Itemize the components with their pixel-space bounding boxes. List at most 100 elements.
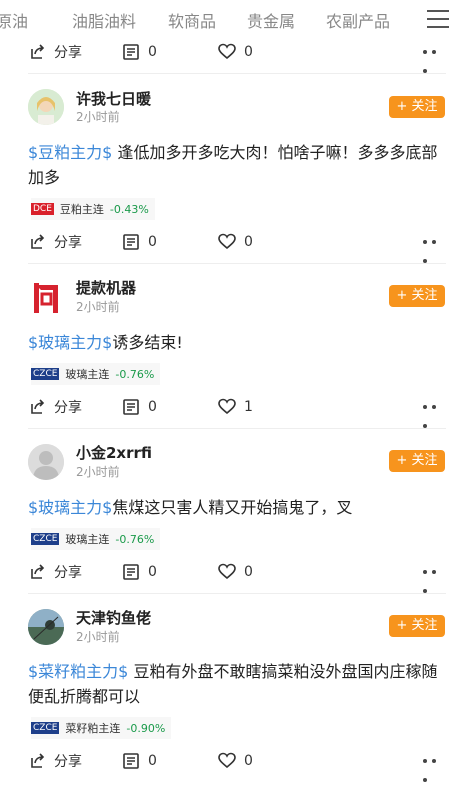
- post-text: 焦煤这只害人精又开始搞鬼了，叉: [112, 498, 353, 517]
- avatar-image: [28, 89, 64, 125]
- exchange-badge: DCE: [31, 203, 54, 215]
- share-button[interactable]: 分享: [28, 749, 82, 773]
- post-action-bar: 分享 0 0: [0, 230, 463, 263]
- comment-button[interactable]: 0: [122, 560, 157, 584]
- tab-crude-oil[interactable]: 原油: [0, 8, 28, 32]
- instrument-chip[interactable]: CZCE 玻璃主连 -0.76%: [31, 363, 161, 385]
- instrument-tag[interactable]: $菜籽粕主力$: [28, 662, 128, 681]
- post-action-bar: 分享 0 1: [0, 395, 463, 428]
- share-button[interactable]: 分享: [28, 230, 82, 254]
- more-options-icon[interactable]: [423, 405, 449, 428]
- avatar[interactable]: [28, 279, 64, 315]
- heart-icon: [218, 398, 236, 415]
- like-count: 0: [244, 44, 253, 60]
- instrument-chip[interactable]: DCE 豆粕主连 -0.43%: [31, 198, 155, 220]
- hamburger-menu-icon[interactable]: [427, 10, 449, 28]
- comment-icon: [123, 564, 139, 580]
- post-card: 提款机器 2小时前 + 关注 $玻璃主力$诱多结束! CZCE 玻璃主连 -0.…: [0, 264, 463, 428]
- username[interactable]: 许我七日暖: [76, 88, 151, 109]
- like-count: 0: [244, 564, 253, 580]
- exchange-badge: CZCE: [31, 368, 60, 380]
- follow-button[interactable]: + 关注: [389, 285, 445, 307]
- share-label: 分享: [54, 754, 82, 770]
- username[interactable]: 提款机器: [76, 277, 136, 298]
- share-button[interactable]: 分享: [28, 560, 82, 584]
- more-options-icon[interactable]: [423, 50, 449, 73]
- instrument-chip[interactable]: CZCE 玻璃主连 -0.76%: [31, 528, 161, 550]
- share-label: 分享: [54, 235, 82, 251]
- more-options-icon[interactable]: [423, 570, 449, 593]
- instrument-name: 菜籽粕主连: [65, 722, 121, 735]
- avatar[interactable]: [28, 609, 64, 645]
- post-action-bar: 分享 0 0: [0, 749, 463, 782]
- instrument-tag[interactable]: $豆粕主力$: [28, 143, 112, 162]
- comment-icon: [123, 753, 139, 769]
- tab-precious-metals[interactable]: 贵金属: [247, 8, 295, 32]
- tab-soft-commodities[interactable]: 软商品: [168, 8, 216, 32]
- exchange-badge: CZCE: [31, 722, 60, 734]
- instrument-chip[interactable]: CZCE 菜籽粕主连 -0.90%: [31, 717, 172, 739]
- follow-button[interactable]: + 关注: [389, 615, 445, 637]
- post-content[interactable]: $玻璃主力$焦煤这只害人精又开始搞鬼了，叉: [28, 495, 448, 520]
- like-count: 0: [244, 753, 253, 769]
- post-text: 诱多结束!: [112, 333, 183, 352]
- price-change: -0.76%: [115, 532, 155, 546]
- tab-oils-oilseeds[interactable]: 油脂油料: [72, 8, 136, 32]
- comment-button[interactable]: 0: [122, 395, 157, 419]
- instrument-name: 玻璃主连: [65, 533, 110, 546]
- share-icon: [31, 564, 45, 579]
- heart-icon: [218, 233, 236, 250]
- heart-icon: [218, 563, 236, 580]
- post-content[interactable]: $菜籽粕主力$ 豆粕有外盘不敢瞎搞菜粕没外盘国内庄稼随便乱折腾都可以: [28, 659, 448, 709]
- like-button[interactable]: 0: [218, 749, 253, 773]
- like-count: 0: [244, 234, 253, 250]
- follow-button[interactable]: + 关注: [389, 96, 445, 118]
- share-icon: [31, 753, 45, 768]
- username[interactable]: 小金2xrrfi: [76, 442, 152, 463]
- avatar[interactable]: [28, 89, 64, 125]
- instrument-tag[interactable]: $玻璃主力$: [28, 333, 112, 352]
- category-tab-bar: 原油 油脂油料 软商品 贵金属 农副产品: [0, 0, 463, 38]
- comment-count: 0: [148, 564, 157, 580]
- share-icon: [31, 399, 45, 414]
- like-button[interactable]: 1: [218, 395, 253, 419]
- heart-icon: [218, 752, 236, 769]
- comment-count: 0: [148, 399, 157, 415]
- heart-icon: [218, 43, 236, 60]
- post-content[interactable]: $豆粕主力$ 逢低加多开多吃大肉！怕啥子嘛！多多多底部加多: [28, 140, 448, 190]
- comment-icon: [123, 399, 139, 415]
- share-label: 分享: [54, 45, 82, 61]
- comment-count: 0: [148, 753, 157, 769]
- avatar-image: [28, 279, 64, 315]
- comment-count: 0: [148, 44, 157, 60]
- share-button[interactable]: 分享: [28, 40, 82, 64]
- comment-icon: [123, 234, 139, 250]
- like-count: 1: [244, 399, 253, 415]
- like-button[interactable]: 0: [218, 40, 253, 64]
- avatar[interactable]: [28, 444, 64, 480]
- share-icon: [31, 44, 45, 59]
- username[interactable]: 天津钓鱼佬: [76, 607, 151, 628]
- post-time: 2小时前: [76, 630, 120, 644]
- more-options-icon[interactable]: [423, 759, 449, 782]
- comment-button[interactable]: 0: [122, 749, 157, 773]
- instrument-tag[interactable]: $玻璃主力$: [28, 498, 112, 517]
- instrument-name: 玻璃主连: [65, 368, 110, 381]
- comment-button[interactable]: 0: [122, 230, 157, 254]
- post-card: 小金2xrrfi 2小时前 + 关注 $玻璃主力$焦煤这只害人精又开始搞鬼了，叉…: [0, 429, 463, 593]
- post-content[interactable]: $玻璃主力$诱多结束!: [28, 330, 448, 355]
- like-button[interactable]: 0: [218, 560, 253, 584]
- avatar-image: [28, 444, 64, 480]
- like-button[interactable]: 0: [218, 230, 253, 254]
- post-time: 2小时前: [76, 110, 120, 124]
- more-options-icon[interactable]: [423, 240, 449, 263]
- tab-agri-byproducts[interactable]: 农副产品: [326, 8, 390, 32]
- follow-button[interactable]: + 关注: [389, 450, 445, 472]
- comment-button[interactable]: 0: [122, 40, 157, 64]
- share-label: 分享: [54, 565, 82, 581]
- share-button[interactable]: 分享: [28, 395, 82, 419]
- share-label: 分享: [54, 400, 82, 416]
- post-time: 2小时前: [76, 465, 120, 479]
- exchange-badge: CZCE: [31, 533, 60, 545]
- post-time: 2小时前: [76, 300, 120, 314]
